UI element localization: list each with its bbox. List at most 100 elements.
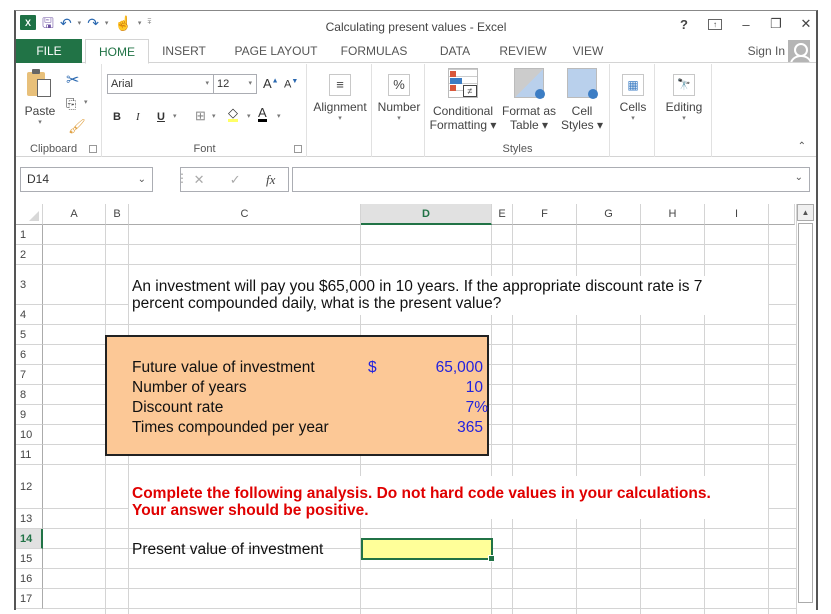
input-value-years[interactable]: 10 [466, 379, 483, 396]
tab-insert[interactable]: INSERT [154, 39, 214, 63]
font-launcher-icon[interactable] [294, 145, 302, 153]
font-size-dropdown-icon[interactable]: ▾ [248, 75, 252, 93]
question-line-1: An investment will pay you $65,000 in 10… [132, 278, 703, 295]
bold-button[interactable]: B [113, 111, 121, 123]
alignment-icon: ≡ [329, 74, 351, 96]
tab-view[interactable]: VIEW [566, 39, 610, 63]
clipboard-launcher-icon[interactable] [89, 145, 97, 153]
font-name-dropdown-icon[interactable]: ▾ [205, 75, 209, 93]
editing-button[interactable]: 🔭 Editing ▾ [658, 74, 710, 124]
underline-button[interactable]: U [157, 111, 165, 123]
tab-formulas[interactable]: FORMULAS [334, 39, 414, 63]
row-header-17[interactable]: 17 [16, 589, 43, 609]
conditional-formatting-button[interactable]: ≠ Conditional Formatting ▾ [428, 68, 498, 132]
row-header-3[interactable]: 3 [16, 265, 43, 305]
row-header-11[interactable]: 11 [16, 445, 43, 465]
font-name-select[interactable]: Arial ▾ [107, 74, 214, 94]
decrease-font-size-icon[interactable]: A▼ [284, 78, 298, 91]
name-box-dropdown-icon[interactable]: ⌄ [138, 168, 146, 191]
output-label[interactable]: Present value of investment [132, 541, 323, 558]
font-size-select[interactable]: 12 ▾ [213, 74, 257, 94]
select-all-button[interactable] [16, 204, 43, 225]
increase-font-size-icon[interactable]: A▲ [263, 76, 279, 91]
active-cell-d14[interactable] [361, 538, 495, 562]
help-icon[interactable]: ? [678, 17, 690, 32]
input-label-years[interactable]: Number of years [132, 379, 247, 396]
column-header-b[interactable]: B [106, 204, 129, 225]
column-header-i[interactable]: I [705, 204, 769, 225]
name-box[interactable]: D14 ⌄ [20, 167, 153, 192]
tab-data[interactable]: DATA [430, 39, 480, 63]
column-header-a[interactable]: A [43, 204, 106, 225]
sign-in-link[interactable]: Sign In [748, 39, 810, 63]
column-header-e[interactable]: E [492, 204, 513, 225]
format-painter-icon[interactable]: 🖌 [68, 118, 86, 135]
restore-icon[interactable]: ❐ [770, 16, 782, 32]
paste-button[interactable]: Paste ▾ [22, 68, 58, 128]
column-header-j[interactable] [769, 204, 795, 225]
input-value-rate[interactable]: 7% [466, 399, 488, 416]
input-label-rate[interactable]: Discount rate [132, 399, 223, 416]
row-header-9[interactable]: 9 [16, 405, 43, 425]
row-header-6[interactable]: 6 [16, 345, 43, 365]
input-value-fv[interactable]: 65,000 [436, 359, 483, 376]
input-label-fv[interactable]: Future value of investment [132, 359, 315, 376]
paste-dropdown-icon[interactable]: ▾ [22, 118, 58, 128]
row-header-15[interactable]: 15 [16, 549, 43, 569]
row-header-13[interactable]: 13 [16, 509, 43, 529]
input-label-compounding[interactable]: Times compounded per year [132, 419, 329, 436]
row-header-1[interactable]: 1 [16, 225, 43, 245]
collapse-ribbon-icon[interactable]: ⌃ [798, 141, 806, 152]
row-header-8[interactable]: 8 [16, 385, 43, 405]
italic-button[interactable]: I [136, 111, 140, 123]
font-color-icon[interactable]: A [258, 106, 267, 122]
vertical-scrollbar[interactable]: ▲ [796, 204, 814, 614]
cancel-icon[interactable]: ✕ [194, 172, 205, 188]
tab-review[interactable]: REVIEW [488, 39, 558, 63]
cell-styles-button[interactable]: Cell Styles ▾ [558, 68, 606, 132]
close-icon[interactable]: ✕ [800, 16, 812, 32]
row-header-16[interactable]: 16 [16, 569, 43, 589]
tab-page-layout[interactable]: PAGE LAYOUT [226, 39, 326, 63]
expand-formula-bar-icon[interactable]: ⌄ [795, 172, 803, 183]
alignment-button[interactable]: ≡ Alignment ▾ [310, 74, 370, 124]
avatar-icon[interactable] [788, 40, 810, 62]
row-header-7[interactable]: 7 [16, 365, 43, 385]
underline-dropdown-icon[interactable]: ▾ [173, 112, 177, 120]
scroll-up-icon[interactable]: ▲ [797, 204, 814, 221]
borders-icon[interactable]: ⊞ [195, 108, 206, 124]
row-header-14[interactable]: 14 [16, 529, 43, 549]
fill-color-dropdown-icon[interactable]: ▾ [247, 112, 251, 120]
row-header-4[interactable]: 4 [16, 305, 43, 325]
font-color-dropdown-icon[interactable]: ▾ [277, 112, 281, 120]
format-as-table-button[interactable]: Format as Table ▾ [500, 68, 558, 132]
tab-file[interactable]: FILE [16, 39, 82, 63]
insert-function-icon[interactable]: fx [266, 172, 275, 188]
column-header-h[interactable]: H [641, 204, 705, 225]
column-header-c[interactable]: C [129, 204, 361, 225]
row-header-10[interactable]: 10 [16, 425, 43, 445]
ribbon-display-options-icon[interactable]: ↑ [708, 18, 722, 30]
borders-dropdown-icon[interactable]: ▾ [212, 112, 216, 120]
number-button[interactable]: % Number ▾ [375, 74, 423, 124]
copy-icon[interactable]: ⎘ [66, 96, 76, 112]
column-header-d[interactable]: D [361, 204, 492, 225]
enter-icon[interactable]: ✓ [230, 172, 241, 188]
row-header-12[interactable]: 12 [16, 465, 43, 509]
scrollbar-thumb[interactable] [798, 223, 813, 603]
column-header-g[interactable]: G [577, 204, 641, 225]
sign-in-label[interactable]: Sign In [748, 44, 785, 58]
input-value-compounding[interactable]: 365 [457, 419, 483, 436]
row-header-2[interactable]: 2 [16, 245, 43, 265]
find-binoculars-icon: 🔭 [673, 74, 695, 96]
worksheet-grid[interactable]: A B C D E F G H I 1 2 3 4 5 6 7 8 9 10 11 12 13 14 15 1… [16, 204, 816, 614]
column-header-f[interactable]: F [513, 204, 577, 225]
row-header-5[interactable]: 5 [16, 325, 43, 345]
tab-home[interactable]: HOME [85, 39, 149, 64]
cells-button[interactable]: ▦ Cells ▾ [613, 74, 653, 124]
minimize-icon[interactable]: – [740, 17, 752, 32]
cut-icon[interactable]: ✂ [66, 70, 79, 90]
copy-dropdown-icon[interactable]: ▾ [84, 98, 88, 106]
formula-input[interactable]: ⌄ [292, 167, 810, 192]
fill-color-icon[interactable]: ◇ [228, 106, 238, 122]
